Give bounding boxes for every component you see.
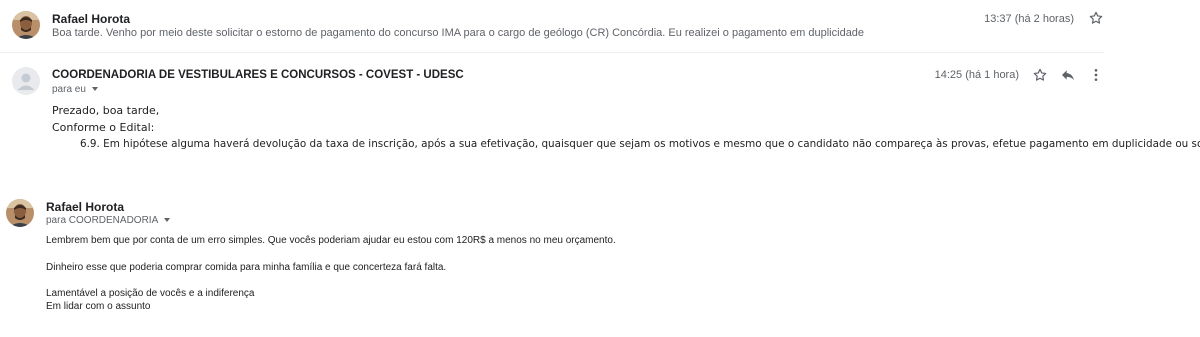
star-icon[interactable]	[1088, 10, 1104, 26]
star-icon[interactable]	[1032, 67, 1048, 83]
message-time: 13:37 (há 2 horas)	[984, 13, 1074, 25]
arrow-drop-down-icon	[164, 218, 171, 223]
default-avatar-icon	[12, 67, 40, 95]
reply-icon[interactable]	[1060, 67, 1076, 83]
recipient-label: para eu	[52, 84, 86, 95]
sender-name[interactable]: Rafael Horota	[46, 200, 124, 214]
body-line: Em lidar com o assunto	[46, 301, 151, 312]
message-time: 14:25 (há 1 hora)	[934, 69, 1019, 81]
sender-name: Rafael Horota	[52, 12, 131, 26]
recipient-dropdown[interactable]: para COORDENADORIA	[46, 215, 171, 226]
body-line: Dinheiro esse que poderia comprar comida…	[46, 262, 447, 273]
sender-avatar	[12, 11, 40, 39]
body-quote: 6.9. Em hipótese alguma haverá devolução…	[80, 138, 1200, 150]
message-snippet: Boa tarde. Venho por meio deste solicita…	[52, 27, 865, 39]
arrow-drop-down-icon	[91, 87, 98, 92]
more-vert-icon[interactable]	[1088, 67, 1104, 83]
body-line: Lamentável a posição de vocês e a indife…	[46, 288, 255, 299]
divider	[0, 52, 1104, 53]
body-line: Lembrem bem que por conta de um erro sim…	[46, 235, 616, 246]
recipient-label: para COORDENADORIA	[46, 215, 159, 226]
sender-avatar	[6, 199, 34, 227]
body-line: Prezado, boa tarde,	[52, 104, 160, 117]
sender-name[interactable]: COORDENADORIA DE VESTIBULARES E CONCURSO…	[52, 69, 464, 81]
recipient-dropdown[interactable]: para eu	[52, 84, 98, 95]
body-line: Conforme o Edital:	[52, 121, 155, 134]
